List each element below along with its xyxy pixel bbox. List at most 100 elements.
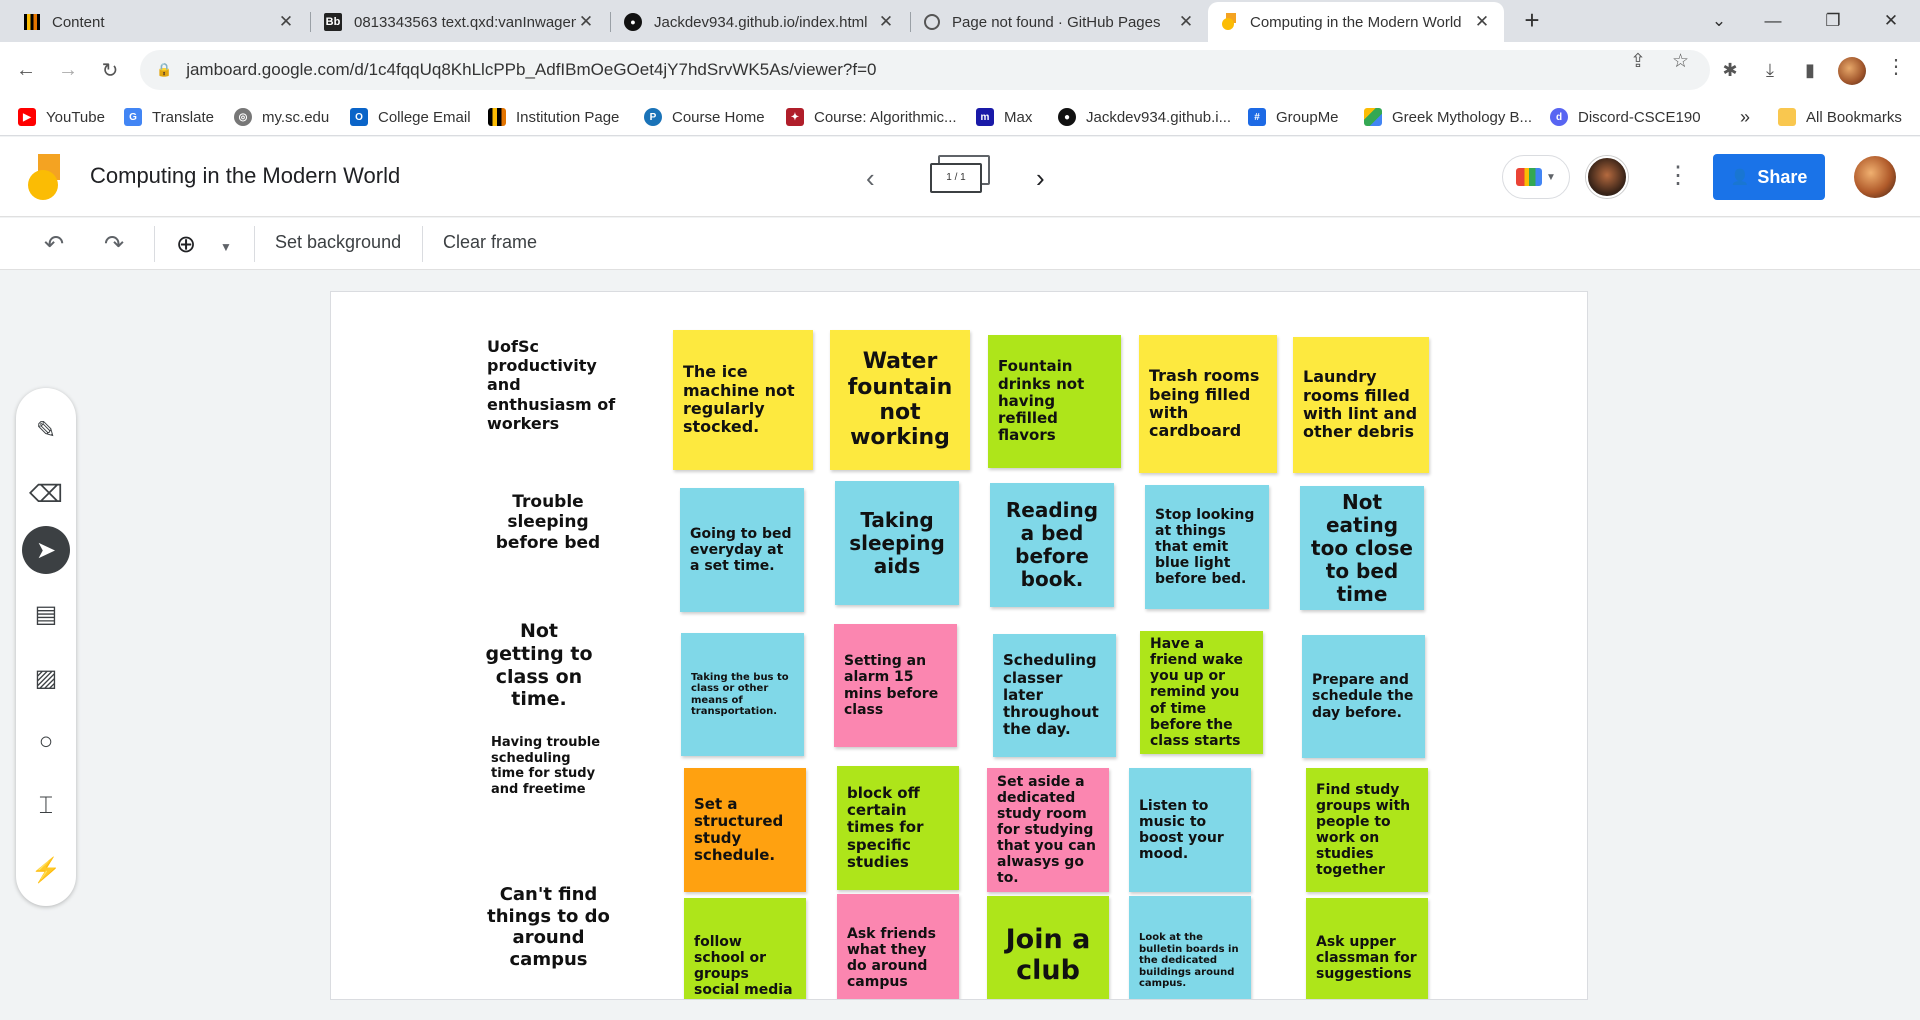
sticky-note[interactable]: Not eating too close to bed time xyxy=(1300,486,1424,610)
discord-icon: d xyxy=(1550,108,1568,126)
set-background-button[interactable]: Set background xyxy=(275,232,401,253)
side-panel-icon[interactable]: ▮ xyxy=(1796,56,1824,84)
sticky-note[interactable]: Prepare and schedule the day before. xyxy=(1302,635,1425,758)
sticky-note[interactable]: Set a structured study schedule. xyxy=(684,768,806,892)
text-box-icon[interactable]: ⌶ xyxy=(22,782,70,830)
account-avatar[interactable] xyxy=(1854,156,1896,198)
globe-icon xyxy=(924,14,940,30)
toolbar-divider xyxy=(422,226,423,262)
address-bar[interactable]: 🔒 jamboard.google.com/d/1c4fqqUq8KhLlcPP… xyxy=(140,50,1710,90)
sticky-note[interactable]: Going to bed everyday at a set time. xyxy=(680,488,804,612)
sticky-note[interactable]: Reading a bed before book. xyxy=(990,483,1114,607)
person-add-icon: 👤 xyxy=(1730,169,1750,186)
sticky-note[interactable]: Water fountain not working xyxy=(830,330,970,470)
chevron-left-icon[interactable]: ‹ xyxy=(866,163,875,194)
close-tab-icon[interactable]: ✕ xyxy=(276,12,296,32)
meet-button[interactable]: ▼ xyxy=(1502,155,1570,199)
pen-tool-icon[interactable]: ✎ xyxy=(22,406,70,454)
bookmark-course-home[interactable]: P Course Home xyxy=(644,106,765,128)
browser-tab[interactable]: Page not found · GitHub Pages ✕ xyxy=(912,2,1208,42)
close-tab-icon[interactable]: ✕ xyxy=(876,12,896,32)
share-button[interactable]: 👤 Share xyxy=(1713,154,1825,200)
bookmark-discord-csce190[interactable]: d Discord-CSCE190 xyxy=(1550,106,1701,128)
image-icon[interactable]: ▨ xyxy=(22,654,70,702)
download-icon[interactable]: ⤓ xyxy=(1756,56,1784,84)
jamboard-logo[interactable] xyxy=(28,154,62,200)
eraser-icon[interactable]: ⌫ xyxy=(22,470,70,518)
sticky-note[interactable]: Taking the bus to class or other means o… xyxy=(681,633,804,756)
sticky-note[interactable]: Trash rooms being filled with cardboard xyxy=(1139,335,1277,473)
sticky-note[interactable]: Laundry rooms filled with lint and other… xyxy=(1293,337,1429,473)
back-arrow-icon[interactable]: ← xyxy=(10,54,42,86)
sticky-note[interactable]: Ask upper classman for suggestions xyxy=(1306,898,1428,999)
sticky-note[interactable]: Join a club xyxy=(987,896,1109,999)
share-page-icon[interactable]: ⇪ xyxy=(1630,50,1646,73)
zoom-dropdown-icon[interactable]: ▼ xyxy=(220,240,232,254)
browser-tab-active[interactable]: Computing in the Modern World ✕ xyxy=(1208,2,1504,42)
browser-tab[interactable]: ● Jackdev934.github.io/index.html ✕ xyxy=(612,2,908,42)
restore-button[interactable]: ❐ xyxy=(1810,0,1856,42)
new-tab-button[interactable]: + xyxy=(1518,6,1546,34)
bookmark-star-icon[interactable]: ☆ xyxy=(1672,50,1689,73)
zoom-icon[interactable]: ⊕ xyxy=(176,230,196,259)
bookmark-my-sc-edu[interactable]: ◎ my.sc.edu xyxy=(234,106,329,128)
url-text: jamboard.google.com/d/1c4fqqUq8KhLlcPPb_… xyxy=(186,60,877,79)
sticky-note[interactable]: follow school or groups social media xyxy=(684,898,806,999)
close-window-button[interactable]: ✕ xyxy=(1868,0,1914,42)
jam-frame[interactable]: UofSc productivity and enthusiasm of wor… xyxy=(330,291,1588,1000)
bookmark-groupme[interactable]: # GroupMe xyxy=(1248,106,1339,128)
tab-search-icon[interactable]: ⌄ xyxy=(1696,0,1742,42)
sticky-note[interactable]: Look at the bulletin boards in the dedic… xyxy=(1129,896,1251,999)
more-options-icon[interactable]: ⋮ xyxy=(1666,161,1690,190)
jam-title[interactable]: Computing in the Modern World xyxy=(90,163,400,189)
sticky-note[interactable]: Find study groups with people to work on… xyxy=(1306,768,1428,892)
more-bookmarks-chevron[interactable]: » xyxy=(1740,106,1750,128)
frame-bar-toggle[interactable]: 1 / 1 xyxy=(930,155,990,195)
profile-avatar[interactable] xyxy=(1838,57,1866,85)
sticky-note[interactable]: Taking sleeping aids xyxy=(835,481,959,605)
toolbar-divider xyxy=(254,226,255,262)
row-label: Not getting to class on time. xyxy=(485,620,593,711)
extensions-icon[interactable]: ✱ xyxy=(1716,56,1744,84)
sticky-note[interactable]: Set aside a dedicated study room for stu… xyxy=(987,768,1109,892)
bookmark-institution-page[interactable]: Institution Page xyxy=(488,106,619,128)
bookmark-college-email[interactable]: O College Email xyxy=(350,106,471,128)
bookmark-translate[interactable]: G Translate xyxy=(124,106,214,128)
chevron-right-icon[interactable]: › xyxy=(1036,163,1045,194)
bookmark-greek-mythology[interactable]: Greek Mythology B... xyxy=(1364,106,1532,128)
close-tab-icon[interactable]: ✕ xyxy=(1472,12,1492,32)
sticky-note[interactable]: Have a friend wake you up or remind you … xyxy=(1140,631,1263,754)
laser-icon[interactable]: ⚡ xyxy=(22,846,70,894)
sticky-note[interactable]: Scheduling classer later throughout the … xyxy=(993,634,1116,757)
undo-icon[interactable]: ↶ xyxy=(44,230,64,259)
sticky-note[interactable]: Setting an alarm 15 mins before class xyxy=(834,624,957,747)
clear-frame-button[interactable]: Clear frame xyxy=(443,232,537,253)
row-label: Trouble sleeping before bed xyxy=(495,492,601,553)
minimize-button[interactable]: — xyxy=(1750,0,1796,42)
sticky-note[interactable]: Ask friends what they do around campus xyxy=(837,894,959,999)
sticky-note[interactable]: Listen to music to boost your mood. xyxy=(1129,768,1251,892)
close-tab-icon[interactable]: ✕ xyxy=(1176,12,1196,32)
close-tab-icon[interactable]: ✕ xyxy=(576,12,596,32)
sticky-note[interactable]: Stop looking at things that emit blue li… xyxy=(1145,485,1269,609)
circle-shape-icon[interactable]: ○ xyxy=(22,718,70,766)
bookmark-youtube[interactable]: ▶ YouTube xyxy=(18,106,105,128)
sticky-note[interactable]: Fountain drinks not having refilled flav… xyxy=(988,335,1121,468)
forward-arrow-icon[interactable]: → xyxy=(52,54,84,86)
select-cursor-icon[interactable]: ➤ xyxy=(22,526,70,574)
reload-icon[interactable]: ↻ xyxy=(94,54,126,86)
bookmark-github[interactable]: ● Jackdev934.github.i... xyxy=(1058,106,1231,128)
bookmark-course-algorithmic[interactable]: ✦ Course: Algorithmic... xyxy=(786,106,957,128)
drawing-tools-panel: ✎ ⌫ ➤ ▤ ▨ ○ ⌶ ⚡ xyxy=(16,388,76,906)
sticky-note[interactable]: The ice machine not regularly stocked. xyxy=(673,330,813,470)
all-bookmarks-folder[interactable]: All Bookmarks xyxy=(1778,106,1902,128)
sticky-note-icon[interactable]: ▤ xyxy=(22,590,70,638)
browser-menu-icon[interactable]: ⋮ xyxy=(1886,54,1906,79)
redo-icon[interactable]: ↷ xyxy=(104,230,124,259)
sticky-note[interactable]: block off certain times for specific stu… xyxy=(837,766,959,890)
translate-icon: G xyxy=(124,108,142,126)
collaborator-avatar[interactable] xyxy=(1586,156,1628,198)
bookmark-max[interactable]: m Max xyxy=(976,106,1032,128)
browser-tab[interactable]: Content ✕ xyxy=(12,2,308,42)
browser-tab[interactable]: Bb 0813343563 text.qxd:vanInwagen ✕ xyxy=(312,2,608,42)
